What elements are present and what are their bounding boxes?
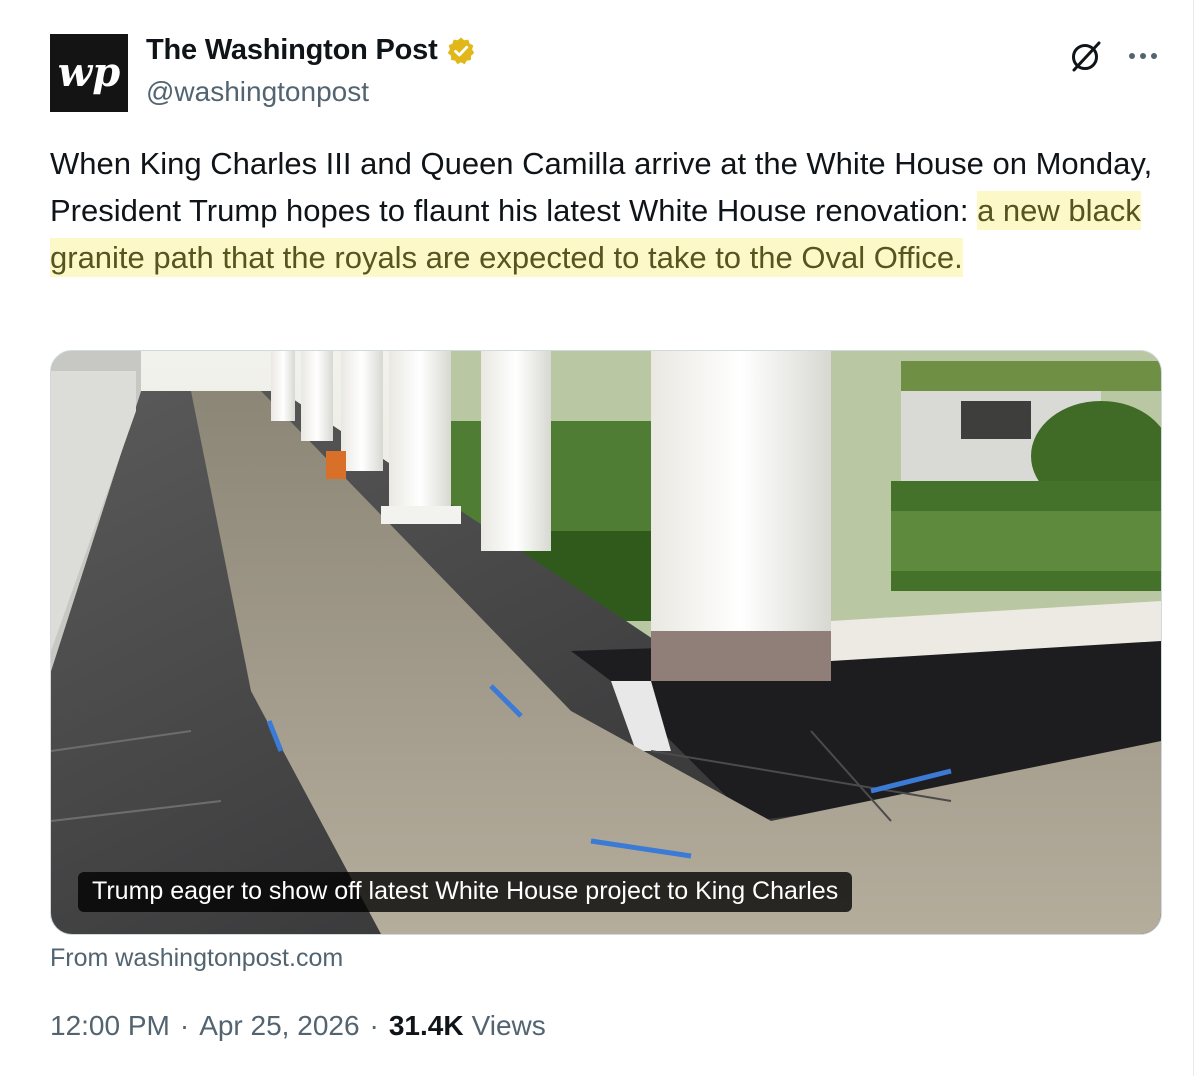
views-count[interactable]: 31.4K <box>389 1010 464 1042</box>
link-card[interactable]: Trump eager to show off latest White Hou… <box>50 350 1162 935</box>
grok-icon[interactable] <box>1068 38 1104 74</box>
more-icon[interactable] <box>1124 38 1162 74</box>
tweet-text: When King Charles III and Queen Camilla … <box>50 140 1160 281</box>
tweet-meta: 12:00 PM · Apr 25, 2026 · 31.4K Views <box>50 1010 546 1042</box>
timeline-divider <box>1193 0 1194 1076</box>
washington-post-logo-icon: wp <box>50 34 128 112</box>
tweet-time[interactable]: 12:00 PM <box>50 1010 170 1042</box>
link-card-image <box>51 351 1161 934</box>
link-card-title[interactable]: Trump eager to show off latest White Hou… <box>78 872 853 912</box>
author-avatar[interactable]: wp <box>50 34 128 112</box>
link-card-source[interactable]: From washingtonpost.com <box>50 944 343 973</box>
meta-separator: · <box>369 1010 379 1041</box>
tweet-date[interactable]: Apr 25, 2026 <box>199 1010 359 1042</box>
avatar-lettering: wp <box>58 49 120 96</box>
views-label[interactable]: Views <box>472 1010 546 1042</box>
meta-separator: · <box>179 1010 190 1041</box>
tweet: wp The Washington Post @washingtonpost W… <box>0 0 1200 1076</box>
author-display-name[interactable]: The Washington Post <box>146 34 438 67</box>
author-name-row: The Washington Post <box>146 34 476 67</box>
verified-badge-icon[interactable] <box>446 36 476 66</box>
author-handle[interactable]: @washingtonpost <box>146 76 369 108</box>
